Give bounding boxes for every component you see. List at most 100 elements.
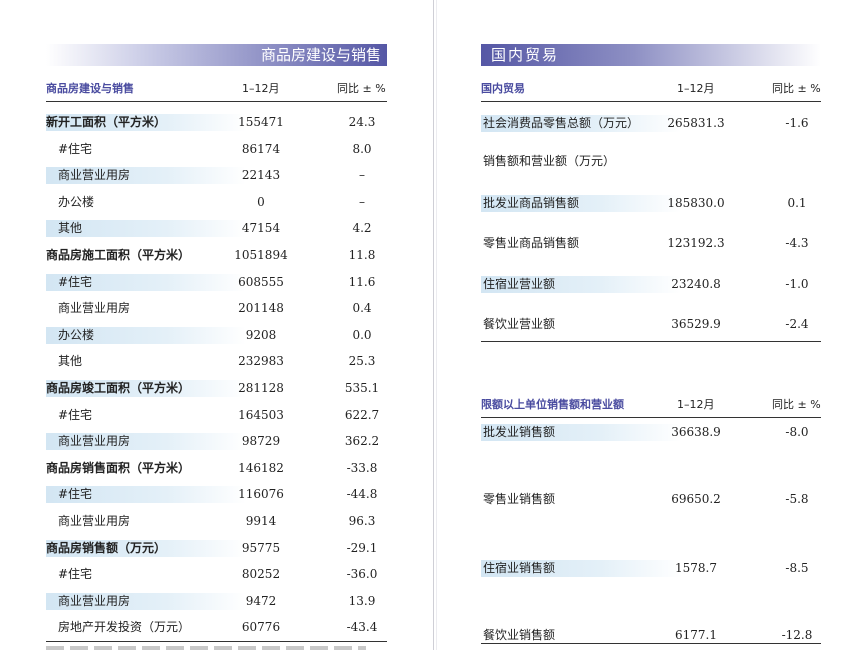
row-change: 0.1: [787, 196, 807, 210]
page-fold: [433, 0, 434, 650]
row-label: 其他: [58, 354, 83, 368]
row-change: 0.4: [352, 301, 372, 315]
table-row: #住宅 80252 -36.0: [46, 566, 387, 583]
row-change: –: [359, 168, 365, 182]
row-value: 36638.9: [671, 425, 721, 439]
row-change: 8.0: [352, 142, 372, 156]
table-row: 房地产开发投资（万元） 60776 -43.4: [46, 619, 387, 636]
row-value: 608555: [238, 275, 284, 289]
row-value: 0: [257, 195, 265, 209]
row-change: –: [359, 195, 365, 209]
row-label: 社会消费品零售总额（万元）: [483, 116, 640, 130]
row-change: 25.3: [348, 354, 376, 368]
table-row: 商业营业用房 9914 96.3: [46, 513, 387, 530]
row-label: 商业营业用房: [58, 168, 131, 182]
row-change: 11.8: [348, 248, 376, 262]
right-header1-rule: [481, 101, 821, 102]
right-header2-rule: [481, 417, 821, 418]
row-change: -33.8: [346, 461, 378, 475]
row-label: 住宿业销售额: [483, 561, 556, 575]
row-value: 60776: [241, 620, 281, 634]
row-label: 零售业商品销售额: [483, 236, 580, 250]
right-table1-bottom-rule: [481, 341, 821, 342]
right-table-header-1: 国内贸易 1–12月 同比 ± %: [481, 79, 821, 99]
table-row: 餐饮业销售额 6177.1 -12.8: [481, 627, 821, 644]
table-row: 社会消费品零售总额（万元） 265831.3 -1.6: [481, 115, 821, 132]
row-label: 商业营业用房: [58, 594, 131, 608]
row-value: 80252: [241, 567, 281, 581]
row-change: 11.6: [348, 275, 376, 289]
row-label: 餐饮业营业额: [483, 317, 556, 331]
table-row: 商业营业用房 22143 –: [46, 167, 387, 184]
row-label: 商业营业用房: [58, 514, 131, 528]
row-value: 23240.8: [671, 277, 721, 291]
row-value: 265831.3: [667, 116, 725, 130]
row-label: 新开工面积（平方米）: [46, 115, 167, 129]
row-value: 146182: [238, 461, 284, 475]
right-header1-period: 1–12月: [677, 82, 715, 95]
table-row: 商品房销售额（万元） 95775 -29.1: [46, 540, 387, 557]
left-header-change: 同比 ± %: [337, 82, 386, 95]
row-value: 123192.3: [667, 236, 725, 250]
right-banner-title: 国内贸易: [491, 46, 560, 64]
table-row: #住宅 164503 622.7: [46, 407, 387, 424]
row-change: 4.2: [352, 221, 372, 235]
row-value: 47154: [241, 221, 281, 235]
row-value: 155471: [238, 115, 284, 129]
row-change: -1.0: [785, 277, 809, 291]
row-value: 9208: [245, 328, 277, 342]
table-row: 其他 47154 4.2: [46, 220, 387, 237]
row-change: -43.4: [346, 620, 378, 634]
row-value: 6177.1: [675, 628, 717, 642]
row-change: -12.8: [781, 628, 813, 642]
row-value: 22143: [241, 168, 281, 182]
table-row: 商品房销售面积（平方米） 146182 -33.8: [46, 460, 387, 477]
row-change: -44.8: [346, 487, 378, 501]
table-row: 商业营业用房 98729 362.2: [46, 433, 387, 450]
row-value: 86174: [241, 142, 281, 156]
row-value: 201148: [238, 301, 284, 315]
row-change: -5.8: [785, 492, 809, 506]
row-label: 商品房销售额（万元）: [46, 541, 167, 555]
table-row: 住宿业销售额 1578.7 -8.5: [481, 560, 821, 577]
left-section-banner: 商品房建设与销售: [46, 44, 387, 66]
right-header2-change: 同比 ± %: [772, 398, 821, 411]
right-header1-label: 国内贸易: [481, 82, 525, 95]
row-label: 批发业商品销售额: [483, 196, 580, 210]
row-value: 164503: [238, 408, 284, 422]
left-header-label: 商品房建设与销售: [46, 82, 134, 95]
row-label: 批发业销售额: [483, 425, 556, 439]
table-row: 商品房施工面积（平方米） 1051894 11.8: [46, 247, 387, 264]
left-footnote-faint: [46, 646, 366, 650]
row-value: 116076: [238, 487, 284, 501]
row-value: 281128: [238, 381, 284, 395]
row-value: 95775: [241, 541, 281, 555]
row-label: 商品房施工面积（平方米）: [46, 248, 191, 262]
right-table2-bottom-rule: [481, 643, 821, 644]
row-change: -8.0: [785, 425, 809, 439]
row-change: -2.4: [785, 317, 809, 331]
row-change: 0.0: [352, 328, 372, 342]
table-row: 办公楼 9208 0.0: [46, 327, 387, 344]
row-value: 1578.7: [675, 561, 717, 575]
row-label: #住宅: [58, 275, 93, 289]
row-label: 住宿业营业额: [483, 277, 556, 291]
left-table-header: 商品房建设与销售 1–12月 同比 ± %: [46, 79, 387, 99]
row-label: #住宅: [58, 487, 93, 501]
table-row: 批发业销售额 36638.9 -8.0: [481, 424, 821, 441]
table-row: 商业营业用房 201148 0.4: [46, 300, 387, 317]
table-row: 餐饮业营业额 36529.9 -2.4: [481, 316, 821, 333]
row-value: 9914: [245, 514, 277, 528]
row-label: 其他: [58, 221, 83, 235]
row-change: 24.3: [348, 115, 376, 129]
table-row: 住宿业营业额 23240.8 -1.0: [481, 276, 821, 293]
row-label: 办公楼: [58, 328, 95, 342]
right-header1-change: 同比 ± %: [772, 82, 821, 95]
row-value: 185830.0: [667, 196, 725, 210]
table-row: 办公楼 0 –: [46, 194, 387, 211]
page-fold-shadow: [436, 0, 437, 650]
row-value: 232983: [238, 354, 284, 368]
row-value: 36529.9: [671, 317, 721, 331]
right-header2-period: 1–12月: [677, 398, 715, 411]
left-header-period: 1–12月: [242, 82, 280, 95]
